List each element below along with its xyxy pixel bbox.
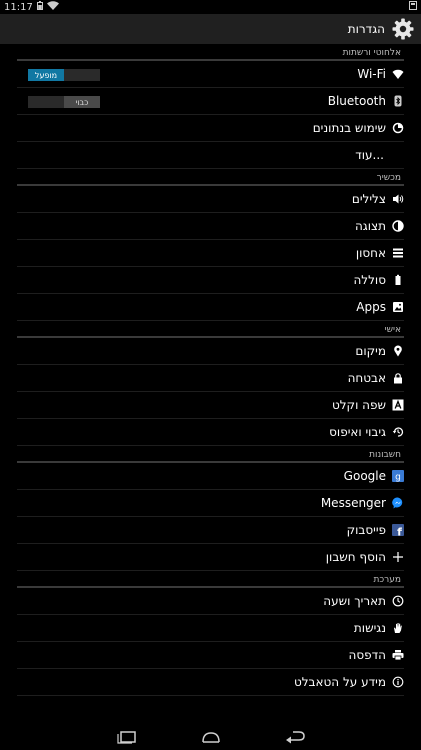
backup-icon (392, 426, 404, 438)
google-icon: g (392, 470, 404, 482)
settings-item-label: סוללה (353, 273, 386, 287)
settings-item-label: פייסבוק (346, 523, 386, 537)
settings-item-battery[interactable]: סוללה (17, 267, 404, 294)
settings-item-apps[interactable]: Apps (17, 294, 404, 321)
settings-item-label: תאריך ושעה (323, 594, 386, 608)
section-header-personal: אישי (17, 321, 404, 338)
messenger-icon (392, 497, 404, 509)
settings-item-add-account[interactable]: הוסף חשבון (17, 544, 404, 571)
settings-item-label: הוסף חשבון (325, 550, 386, 564)
accessibility-hand-icon (392, 622, 404, 634)
settings-item-label: מיקום (355, 344, 386, 358)
bluetooth-icon (392, 95, 404, 107)
location-icon (392, 345, 404, 357)
settings-item-label: עוד... (355, 148, 384, 162)
settings-item-label: שימוש בנתונים (312, 121, 386, 135)
settings-item-label: Apps (356, 300, 386, 314)
section-header-system: מערכת (17, 571, 404, 588)
settings-item-label: מידע על הטאבלט (293, 675, 386, 689)
wifi-toggle[interactable]: מופעל (28, 69, 100, 81)
settings-item-bluetooth[interactable]: כבוי Bluetooth (17, 88, 404, 115)
settings-item-sound[interactable]: צלילים (17, 186, 404, 213)
settings-item-printing[interactable]: הדפסה (17, 642, 404, 669)
svg-text:f: f (397, 526, 402, 537)
facebook-icon: f (392, 524, 404, 536)
status-time: 11:17 (4, 1, 33, 13)
back-icon[interactable] (282, 729, 308, 745)
action-bar: הגדרות (0, 14, 421, 44)
settings-item-wifi[interactable]: מופעל Wi-Fi (17, 61, 404, 88)
battery-status-icon (36, 1, 43, 13)
display-icon (392, 220, 404, 232)
status-bar: 11:17 (0, 0, 421, 14)
section-header-device: מכשיר (17, 169, 404, 186)
settings-item-about-tablet[interactable]: מידע על הטאבלט (17, 669, 404, 696)
settings-item-backup[interactable]: גיבוי ואיפוס (17, 419, 404, 446)
language-icon (392, 399, 404, 411)
settings-item-label: אבטחה (347, 371, 386, 385)
settings-item-date-time[interactable]: תאריך ושעה (17, 588, 404, 615)
settings-item-location[interactable]: מיקום (17, 338, 404, 365)
section-header-accounts: חשבונות (17, 446, 404, 463)
security-lock-icon (392, 372, 404, 384)
battery-icon (392, 274, 404, 286)
settings-list: אלחוטי ורשתות מופעל Wi-Fi כבוי Bluetooth… (0, 44, 421, 724)
wifi-toggle-label: מופעל (28, 69, 64, 81)
settings-item-security[interactable]: אבטחה (17, 365, 404, 392)
sound-icon (392, 193, 404, 205)
page-title: הגדרות (347, 22, 385, 36)
settings-item-label: Wi-Fi (357, 67, 386, 81)
bluetooth-toggle[interactable]: כבוי (28, 96, 100, 108)
settings-item-google[interactable]: Google g (17, 463, 404, 490)
print-icon (392, 649, 404, 661)
settings-item-label: תצוגה (354, 219, 386, 233)
settings-item-label: גיבוי ואיפוס (329, 425, 386, 439)
settings-item-accessibility[interactable]: נגישות (17, 615, 404, 642)
settings-item-label: Messenger (320, 496, 386, 510)
settings-item-facebook[interactable]: פייסבוק f (17, 517, 404, 544)
settings-item-storage[interactable]: אחסון (17, 240, 404, 267)
data-usage-icon (392, 122, 404, 134)
settings-item-label: הדפסה (348, 648, 386, 662)
storage-icon (392, 247, 404, 259)
settings-item-data-usage[interactable]: שימוש בנתונים (17, 115, 404, 142)
settings-item-messenger[interactable]: Messenger (17, 490, 404, 517)
settings-item-label: Google (343, 469, 386, 483)
recent-apps-icon[interactable] (114, 729, 140, 745)
apps-icon (392, 301, 404, 313)
settings-item-label: אחסון (355, 246, 386, 260)
settings-item-label: צלילים (351, 192, 386, 206)
settings-item-label: נגישות (353, 621, 386, 635)
wifi-status-icon (46, 1, 59, 13)
settings-gear-icon[interactable] (391, 17, 415, 41)
notification-icon (409, 1, 417, 13)
settings-item-more[interactable]: עוד... (17, 142, 404, 169)
clock-icon (392, 595, 404, 607)
settings-item-display[interactable]: תצוגה (17, 213, 404, 240)
section-header-wireless: אלחוטי ורשתות (17, 44, 404, 61)
navigation-bar (0, 724, 421, 750)
svg-text:g: g (395, 472, 401, 482)
settings-item-label: Bluetooth (327, 94, 386, 108)
info-icon (392, 676, 404, 688)
bluetooth-toggle-label: כבוי (64, 96, 100, 108)
plus-icon (392, 551, 404, 563)
settings-item-label: שפה וקלט (331, 398, 386, 412)
wifi-icon (392, 68, 404, 80)
settings-item-language[interactable]: שפה וקלט (17, 392, 404, 419)
home-icon[interactable] (198, 729, 224, 745)
